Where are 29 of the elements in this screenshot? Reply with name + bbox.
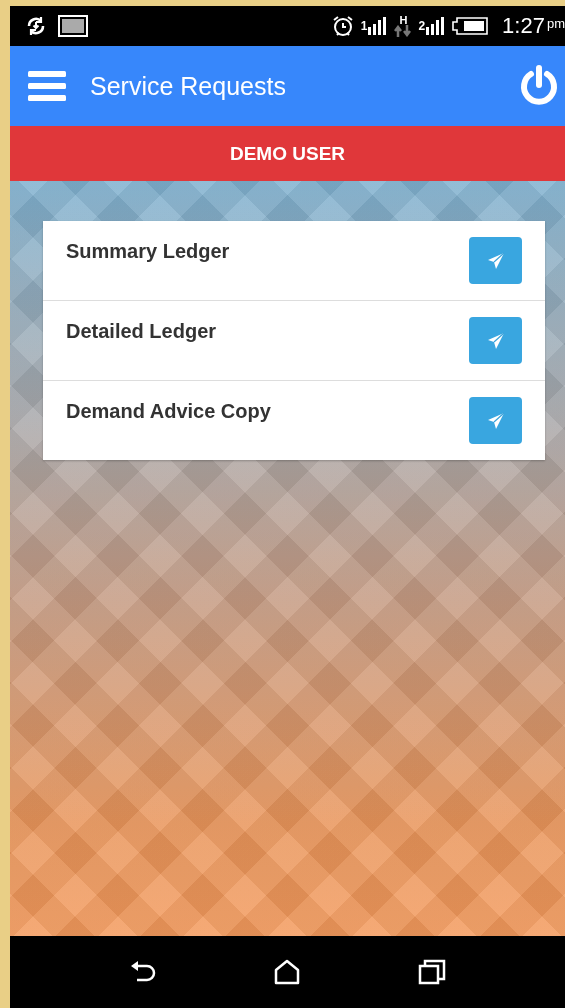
send-button[interactable] [469,317,522,364]
screen-title: Service Requests [90,71,287,101]
power-icon [519,65,559,107]
menu-icon [28,70,66,102]
home-icon [274,959,301,985]
paper-plane-icon [486,331,505,350]
signal-icon [426,17,447,35]
network-type: H [399,15,408,25]
user-banner: DEMO USER [10,126,565,181]
image-icon [58,15,88,37]
data-arrows-icon [394,25,413,37]
clock-time: 1:27 [502,13,545,39]
paper-plane-icon [486,411,505,430]
request-label: Summary Ledger [66,240,230,263]
sim-label: 1 [360,19,368,33]
menu-button[interactable] [28,70,66,102]
recent-apps-icon [418,959,447,985]
sim-label: 2 [418,19,426,33]
home-button[interactable] [274,959,301,985]
request-label: Demand Advice Copy [66,400,271,423]
power-button[interactable] [519,65,559,107]
paper-plane-icon [486,251,505,270]
send-button[interactable] [469,237,522,284]
request-label: Detailed Ledger [66,320,217,343]
recent-apps-button[interactable] [418,959,447,985]
send-button[interactable] [469,397,522,444]
signal-icon [368,17,389,35]
battery-icon [452,17,489,35]
clock-meridiem: pm [546,16,565,31]
